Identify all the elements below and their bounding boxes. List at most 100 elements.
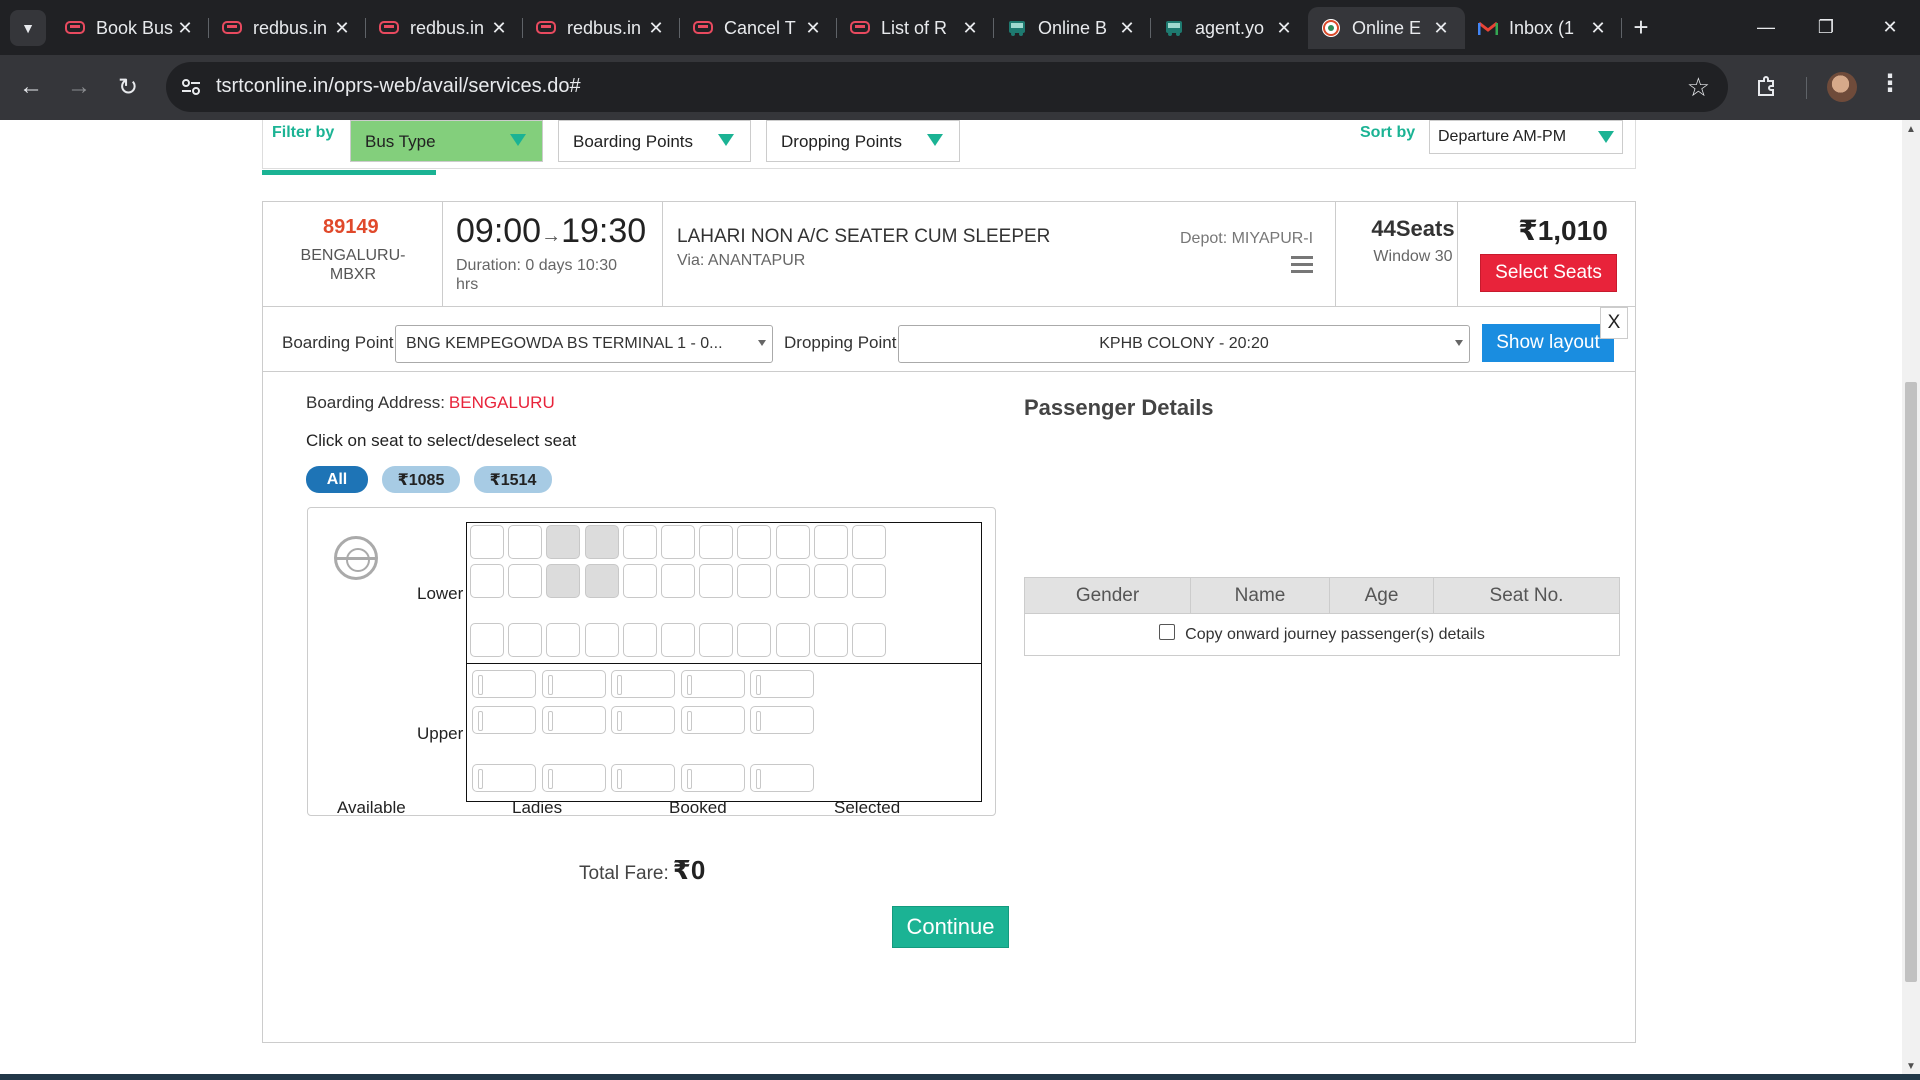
sort-select[interactable]: Departure AM-PM xyxy=(1429,120,1623,154)
close-tab-icon[interactable]: ✕ xyxy=(1431,18,1451,39)
scroll-down-arrow-icon[interactable]: ▼ xyxy=(1906,1061,1916,1072)
dropping-point-select[interactable]: KPHB COLONY - 20:20 xyxy=(898,325,1470,363)
upper-berth[interactable] xyxy=(472,670,536,698)
lower-seat[interactable] xyxy=(508,623,543,657)
upper-berth[interactable] xyxy=(472,706,536,734)
close-tab-icon[interactable]: ✕ xyxy=(332,18,352,39)
upper-berth[interactable] xyxy=(541,706,606,734)
lower-seat[interactable] xyxy=(622,623,657,657)
fare-filter-all[interactable]: All xyxy=(306,466,368,493)
continue-button[interactable]: Continue xyxy=(892,906,1009,948)
reload-icon[interactable]: ↻ xyxy=(111,70,145,104)
restore-icon[interactable]: ❐ xyxy=(1796,8,1856,46)
lower-seat[interactable] xyxy=(546,564,581,598)
copy-details-checkbox[interactable] xyxy=(1159,623,1176,640)
upper-berth[interactable] xyxy=(680,706,745,734)
lower-seat[interactable] xyxy=(737,623,772,657)
close-window-icon[interactable]: ✕ xyxy=(1860,8,1920,46)
bus-type-filter[interactable]: Bus Type xyxy=(350,120,543,162)
lower-seat[interactable] xyxy=(546,525,581,559)
lower-seat[interactable] xyxy=(661,564,695,598)
browser-tab[interactable]: Inbox (1 ✕ xyxy=(1465,7,1622,49)
lower-seat[interactable] xyxy=(737,525,772,559)
page-scrollbar[interactable]: ▲ ▼ xyxy=(1902,120,1920,1074)
lower-seat[interactable] xyxy=(813,623,848,657)
lower-seat[interactable] xyxy=(699,564,734,598)
upper-berth[interactable] xyxy=(472,764,536,792)
browser-tab[interactable]: Online B ✕ xyxy=(994,7,1151,49)
upper-berth[interactable] xyxy=(750,706,814,734)
lower-seat[interactable] xyxy=(737,564,772,598)
close-tab-icon[interactable]: ✕ xyxy=(1117,18,1137,39)
profile-avatar[interactable] xyxy=(1827,72,1857,102)
close-tab-icon[interactable]: ✕ xyxy=(1274,18,1294,39)
dropping-points-filter[interactable]: Dropping Points xyxy=(766,120,960,162)
details-menu-icon[interactable] xyxy=(1291,256,1313,277)
lower-seat[interactable] xyxy=(852,623,886,657)
close-tab-icon[interactable]: ✕ xyxy=(175,18,195,39)
browser-tab[interactable]: redbus.in ✕ xyxy=(209,7,366,49)
upper-berth[interactable] xyxy=(611,670,675,698)
scrollbar-thumb[interactable] xyxy=(1905,382,1917,982)
address-bar[interactable]: tsrtconline.in/oprs-web/avail/services.d… xyxy=(166,62,1728,112)
close-tab-icon[interactable]: ✕ xyxy=(1588,18,1608,39)
lower-seat[interactable] xyxy=(622,525,657,559)
lower-seat[interactable] xyxy=(813,525,848,559)
boarding-points-filter[interactable]: Boarding Points xyxy=(558,120,751,162)
forward-arrow-icon[interactable]: → xyxy=(62,70,96,104)
lower-seat[interactable] xyxy=(852,525,886,559)
extensions-puzzle-icon[interactable] xyxy=(1750,70,1784,104)
new-tab-plus-icon[interactable]: + xyxy=(1626,12,1656,42)
close-tab-icon[interactable]: ✕ xyxy=(646,18,666,39)
browser-menu-icon[interactable]: ⋮ xyxy=(1878,69,1902,98)
show-layout-button[interactable]: Show layout xyxy=(1482,324,1614,362)
browser-tab[interactable]: redbus.in ✕ xyxy=(366,7,523,49)
lower-seat[interactable] xyxy=(470,525,504,559)
browser-tab[interactable]: Cancel T ✕ xyxy=(680,7,837,49)
upper-berth[interactable] xyxy=(611,706,675,734)
site-info-icon[interactable] xyxy=(178,74,204,100)
lower-seat[interactable] xyxy=(584,564,619,598)
lower-seat[interactable] xyxy=(508,525,543,559)
select-seats-button[interactable]: Select Seats xyxy=(1480,254,1617,292)
lower-seat[interactable] xyxy=(584,525,619,559)
lower-seat[interactable] xyxy=(813,564,848,598)
browser-tab[interactable]: redbus.in ✕ xyxy=(523,7,680,49)
lower-seat[interactable] xyxy=(661,623,695,657)
lower-seat[interactable] xyxy=(775,623,810,657)
close-tab-icon[interactable]: ✕ xyxy=(960,18,980,39)
lower-seat[interactable] xyxy=(852,564,886,598)
boarding-point-select[interactable]: BNG KEMPEGOWDA BS TERMINAL 1 - 0... xyxy=(395,325,773,363)
upper-berth[interactable] xyxy=(611,764,675,792)
lower-seat[interactable] xyxy=(470,564,504,598)
minimize-icon[interactable]: — xyxy=(1736,8,1796,46)
lower-seat[interactable] xyxy=(470,623,504,657)
browser-tab[interactable]: Book Bus ✕ xyxy=(52,7,209,49)
upper-berth[interactable] xyxy=(541,670,606,698)
lower-seat[interactable] xyxy=(661,525,695,559)
bookmark-star-icon[interactable]: ☆ xyxy=(1687,72,1710,103)
fare-filter-1085[interactable]: ₹1085 xyxy=(382,466,460,493)
back-arrow-icon[interactable]: ← xyxy=(14,70,48,104)
fare-filter-1514[interactable]: ₹1514 xyxy=(474,466,552,493)
upper-berth[interactable] xyxy=(541,764,606,792)
close-tab-icon[interactable]: ✕ xyxy=(489,18,509,39)
close-tab-icon[interactable]: ✕ xyxy=(803,18,823,39)
lower-seat[interactable] xyxy=(775,525,810,559)
lower-seat[interactable] xyxy=(546,623,581,657)
scroll-up-arrow-icon[interactable]: ▲ xyxy=(1906,124,1916,135)
browser-tab-active[interactable]: Online E ✕ xyxy=(1308,7,1465,49)
upper-berth[interactable] xyxy=(680,670,745,698)
upper-berth[interactable] xyxy=(750,670,814,698)
lower-seat[interactable] xyxy=(584,623,619,657)
lower-seat[interactable] xyxy=(699,623,734,657)
lower-seat[interactable] xyxy=(508,564,543,598)
tab-search-chevron-icon[interactable]: ▼ xyxy=(10,10,46,46)
upper-berth[interactable] xyxy=(680,764,745,792)
close-panel-button[interactable]: X xyxy=(1600,307,1628,339)
browser-tab[interactable]: agent.yo ✕ xyxy=(1151,7,1308,49)
browser-tab[interactable]: List of R ✕ xyxy=(837,7,994,49)
lower-seat[interactable] xyxy=(699,525,734,559)
upper-berth[interactable] xyxy=(750,764,814,792)
lower-seat[interactable] xyxy=(775,564,810,598)
